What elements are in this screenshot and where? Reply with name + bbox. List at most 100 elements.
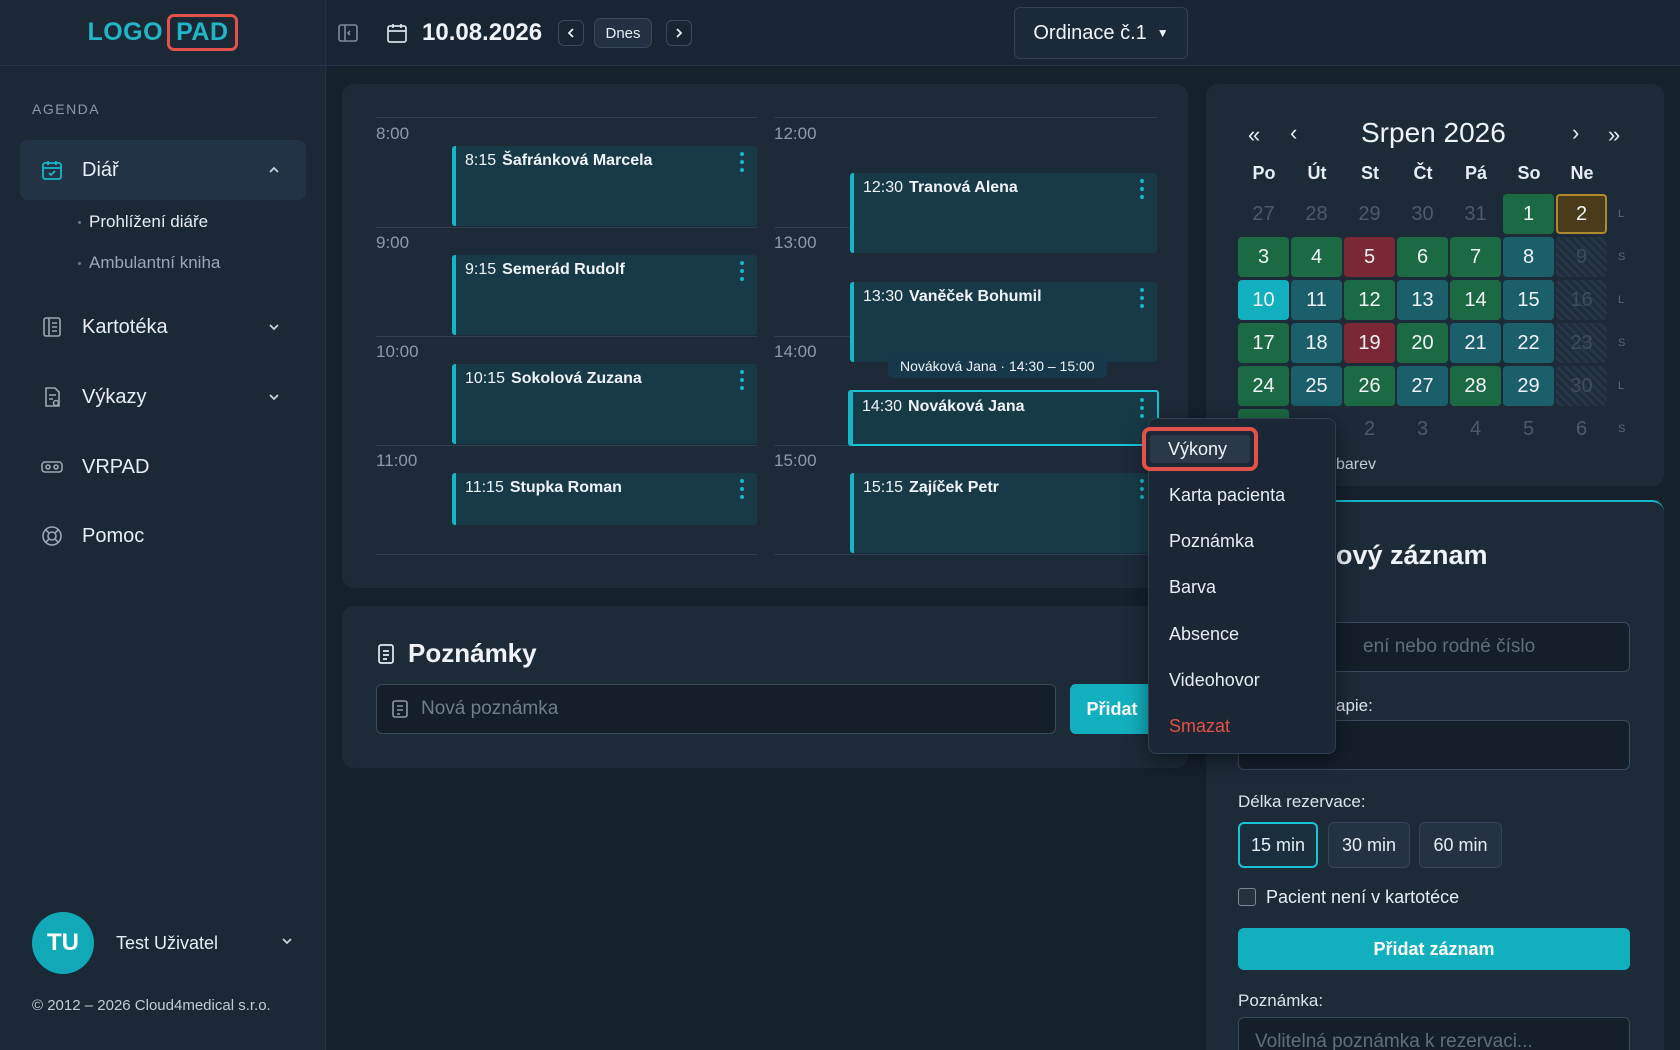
calendar-day[interactable]: 24 (1238, 366, 1289, 406)
calendar-day[interactable]: 4 (1291, 237, 1342, 277)
next-month-button[interactable]: › (1572, 120, 1579, 146)
kebab-menu-icon[interactable] (739, 370, 745, 390)
calendar-day[interactable]: 6 (1397, 237, 1448, 277)
appointment-card[interactable]: 11:15 Stupka Roman (452, 473, 757, 525)
duration-60-button[interactable]: 60 min (1419, 822, 1502, 868)
appointment-name: Vaněček Bohumil (909, 288, 1042, 305)
calendar-day[interactable]: 28 (1291, 194, 1342, 234)
book-icon (40, 315, 64, 339)
current-date: 10.08.2026 (422, 19, 543, 46)
kebab-menu-icon[interactable] (739, 479, 745, 499)
appointment-card[interactable]: 13:30 Vaněček Bohumil (850, 282, 1157, 362)
kebab-menu-icon[interactable] (739, 152, 745, 172)
ctx-item-absence[interactable]: Absence (1169, 624, 1239, 645)
calendar-day[interactable]: 2 (1344, 409, 1395, 449)
calendar-month-title: Srpen 2026 (1361, 117, 1506, 148)
kebab-menu-icon[interactable] (1139, 479, 1145, 499)
lifebuoy-icon (40, 524, 64, 548)
next-day-button[interactable] (666, 20, 692, 46)
calendar-day[interactable]: 21 (1450, 323, 1501, 363)
calendar-day[interactable]: 2 (1556, 194, 1607, 234)
not-in-registry-checkbox[interactable] (1238, 888, 1256, 906)
calendar-day[interactable]: 29 (1344, 194, 1395, 234)
calendar-day[interactable]: 5 (1503, 409, 1554, 449)
calendar-day[interactable]: 8 (1503, 237, 1554, 277)
calendar-day[interactable]: 19 (1344, 323, 1395, 363)
calendar-day[interactable]: 20 (1397, 323, 1448, 363)
calendar-day[interactable]: 4 (1450, 409, 1501, 449)
kebab-menu-icon[interactable] (1139, 398, 1145, 418)
calendar-day[interactable]: 22 (1503, 323, 1554, 363)
calendar-day[interactable]: 16 (1556, 280, 1607, 320)
ctx-item-videohovor[interactable]: Videohovor (1169, 670, 1260, 691)
ctx-item-poznamka[interactable]: Poznámka (1169, 531, 1254, 552)
appointment-text: 15:15 Zajíček Petr (863, 479, 999, 497)
note-label: Poznámka: (1238, 991, 1324, 1010)
calendar-day[interactable]: 30 (1397, 194, 1448, 234)
calendar-day[interactable]: 30 (1556, 366, 1607, 406)
reservation-note-input[interactable]: Volitelná poznámka k rezervaci... (1238, 1017, 1630, 1050)
calendar-day[interactable]: 18 (1291, 323, 1342, 363)
sidebar-toggle-icon[interactable] (336, 21, 360, 45)
appointment-card-selected[interactable]: 14:30 Nováková Jana (848, 390, 1159, 446)
logo[interactable]: LOGO PAD (87, 14, 238, 51)
sidebar-item-vykazy[interactable]: Výkazy (20, 367, 306, 427)
appointment-card[interactable]: 9:15 Semerád Rudolf (452, 255, 757, 335)
calendar-day[interactable]: 6 (1556, 409, 1607, 449)
ordinace-select[interactable]: Ordinace č.1 ▼ (1014, 7, 1188, 59)
sidebar-item-vrpad[interactable]: VRPAD (20, 437, 306, 497)
calendar-day[interactable]: 28 (1450, 366, 1501, 406)
ctx-item-smazat[interactable]: Smazat (1169, 716, 1230, 737)
appointment-card[interactable]: 15:15 Zajíček Petr (850, 473, 1157, 553)
calendar-day[interactable]: 7 (1450, 237, 1501, 277)
sidebar-subitem-prohlizeni[interactable]: Prohlížení diáře (78, 212, 208, 232)
user-menu[interactable]: TU Test Uživatel (32, 912, 294, 974)
kebab-menu-icon[interactable] (1139, 179, 1145, 199)
today-button[interactable]: Dnes (594, 18, 652, 48)
ctx-item-vykony[interactable]: Výkony (1142, 427, 1258, 471)
calendar-day[interactable]: 3 (1397, 409, 1448, 449)
calendar-day[interactable]: 15 (1503, 280, 1554, 320)
calendar-day[interactable]: 10 (1238, 280, 1289, 320)
calendar-day[interactable]: 14 (1450, 280, 1501, 320)
last-month-button[interactable]: » (1608, 122, 1620, 148)
sidebar-item-kartoteka[interactable]: Kartotéka (20, 297, 306, 357)
calendar-day[interactable]: 27 (1238, 194, 1289, 234)
new-note-input[interactable]: Nová poznámka (376, 684, 1056, 734)
hour-label: 10:00 (376, 342, 419, 361)
prev-day-button[interactable] (558, 20, 584, 46)
note-icon (391, 699, 409, 719)
calendar-day[interactable]: 1 (1503, 194, 1554, 234)
ctx-item-karta-pacienta[interactable]: Karta pacienta (1169, 485, 1285, 506)
ctx-item-barva[interactable]: Barva (1169, 577, 1216, 598)
add-record-button[interactable]: Přidat záznam (1238, 928, 1630, 970)
calendar-day[interactable]: 23 (1556, 323, 1607, 363)
kebab-menu-icon[interactable] (739, 261, 745, 281)
calendar-day[interactable]: 9 (1556, 237, 1607, 277)
chevron-down-icon (262, 390, 286, 404)
calendar-day[interactable]: 31 (1450, 194, 1501, 234)
sidebar-subitem-ambulantni[interactable]: Ambulantní kniha (78, 253, 220, 273)
appointment-tooltip: Nováková Jana · 14:30 – 15:00 (888, 354, 1107, 378)
appointment-card[interactable]: 12:30 Tranová Alena (850, 173, 1157, 253)
calendar-day[interactable]: 11 (1291, 280, 1342, 320)
first-month-button[interactable]: « (1248, 122, 1260, 148)
calendar-day[interactable]: 25 (1291, 366, 1342, 406)
calendar-day[interactable]: 27 (1397, 366, 1448, 406)
prev-month-button[interactable]: ‹ (1290, 120, 1297, 146)
duration-15-button[interactable]: 15 min (1238, 822, 1318, 868)
add-note-button[interactable]: Přidat (1070, 684, 1154, 734)
calendar-day[interactable]: 12 (1344, 280, 1395, 320)
appointment-card[interactable]: 8:15 Šafránková Marcela (452, 146, 757, 226)
kebab-menu-icon[interactable] (1139, 288, 1145, 308)
calendar-day[interactable]: 29 (1503, 366, 1554, 406)
sidebar-item-diar[interactable]: Diář (20, 140, 306, 200)
calendar-day[interactable]: 3 (1238, 237, 1289, 277)
duration-30-button[interactable]: 30 min (1328, 822, 1410, 868)
calendar-day[interactable]: 5 (1344, 237, 1395, 277)
calendar-day[interactable]: 13 (1397, 280, 1448, 320)
appointment-card[interactable]: 10:15 Sokolová Zuzana (452, 364, 757, 444)
calendar-day[interactable]: 26 (1344, 366, 1395, 406)
calendar-day[interactable]: 17 (1238, 323, 1289, 363)
sidebar-item-pomoc[interactable]: Pomoc (20, 506, 306, 566)
